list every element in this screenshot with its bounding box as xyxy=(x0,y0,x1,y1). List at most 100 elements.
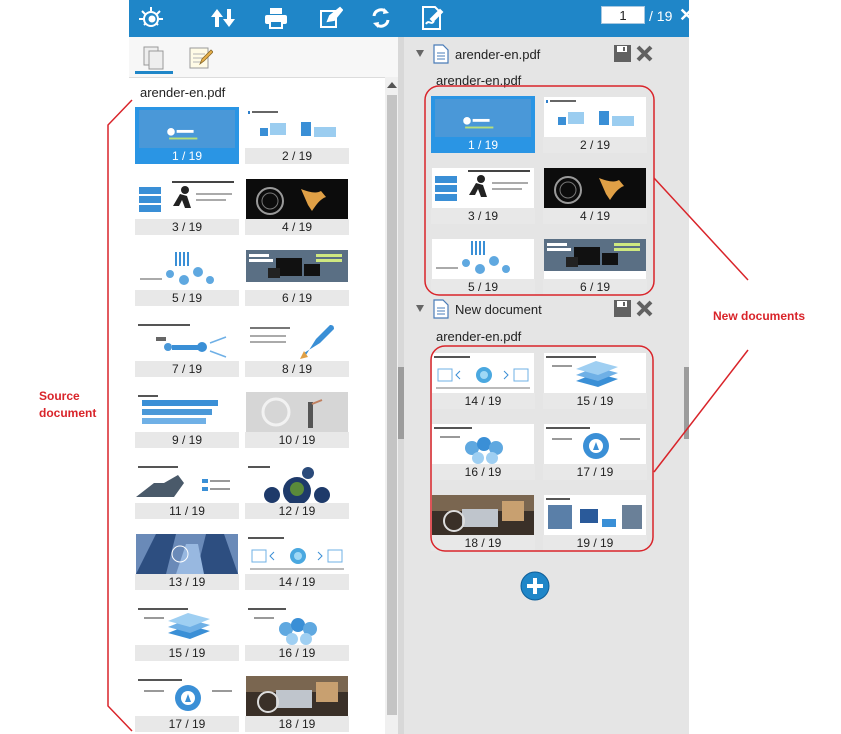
page-thumbnail[interactable]: 19 / 19 xyxy=(543,494,647,551)
thumbnail-label: 16 / 19 xyxy=(431,464,535,480)
delete-icon[interactable] xyxy=(635,44,654,63)
page-thumbnail[interactable]: 10 / 19 xyxy=(245,391,349,448)
thumbnail-image xyxy=(432,495,534,535)
sign-document-icon[interactable] xyxy=(416,3,448,33)
page-thumbnail[interactable]: 2 / 19 xyxy=(245,107,349,164)
source-document-annotation: Source document xyxy=(39,389,97,420)
page-thumbnail[interactable]: 4 / 19 xyxy=(543,167,647,224)
page-thumbnail[interactable]: 11 / 19 xyxy=(135,462,239,519)
thumbnail-label: 8 / 19 xyxy=(245,361,349,377)
save-icon[interactable] xyxy=(613,299,632,318)
add-document-icon[interactable] xyxy=(520,571,550,601)
page-thumbnail[interactable]: 7 / 19 xyxy=(135,320,239,377)
thumbnail-image xyxy=(136,534,238,574)
thumbnail-label: 4 / 19 xyxy=(245,219,349,235)
delete-icon[interactable] xyxy=(635,299,654,318)
page-thumbnail[interactable]: 14 / 19 xyxy=(245,533,349,590)
page-thumbnail[interactable]: 6 / 19 xyxy=(245,249,349,306)
thumbnail-image xyxy=(432,353,534,393)
page-thumbnail[interactable]: 2 / 19 xyxy=(543,96,647,153)
thumbnail-label: 17 / 19 xyxy=(135,716,239,732)
page-thumbnail[interactable]: 8 / 19 xyxy=(245,320,349,377)
panel-tabs xyxy=(129,37,399,77)
page-thumbnail[interactable]: 16 / 19 xyxy=(245,604,349,661)
page-thumbnail[interactable]: 5 / 19 xyxy=(431,238,535,295)
new-documents-annotation: New documents xyxy=(713,309,806,323)
thumbnail-label: 2 / 19 xyxy=(543,137,647,153)
thumbnail-label: 13 / 19 xyxy=(135,574,239,590)
pages-tab-icon[interactable] xyxy=(135,41,173,75)
thumbnail-label: 17 / 19 xyxy=(543,464,647,480)
page-thumbnail[interactable]: 13 / 19 xyxy=(135,533,239,590)
thumbnail-label: 4 / 19 xyxy=(543,208,647,224)
print-icon[interactable] xyxy=(260,3,292,33)
page-thumbnail[interactable]: 6 / 19 xyxy=(543,238,647,295)
page-thumbnail[interactable]: 18 / 19 xyxy=(431,494,535,551)
sort-updown-icon[interactable] xyxy=(207,3,239,33)
page-thumbnail[interactable]: 14 / 19 xyxy=(431,352,535,409)
thumbnail-label: 5 / 19 xyxy=(431,279,535,295)
top-toolbar: / 19 ✕ xyxy=(129,0,694,37)
thumbnail-image xyxy=(136,605,238,645)
thumbnail-image xyxy=(136,179,238,219)
scrollbar-thumb[interactable] xyxy=(684,367,689,439)
document-name[interactable]: arender-en.pdf xyxy=(455,47,540,62)
logo-sun-icon[interactable] xyxy=(135,3,167,33)
notes-tab-icon[interactable] xyxy=(181,41,219,75)
page-thumbnail[interactable]: 1 / 19 xyxy=(431,96,535,153)
scroll-up-icon[interactable] xyxy=(387,82,397,88)
source-page-list: arender-en.pdf 1 / 19 2 / 19 3 / 19 4 / 19 5… xyxy=(129,77,385,734)
scrollbar-thumb[interactable] xyxy=(387,95,397,715)
page-thumbnail[interactable]: 16 / 19 xyxy=(431,423,535,480)
document-source-label: arender-en.pdf xyxy=(436,73,522,88)
thumbnail-label: 3 / 19 xyxy=(135,219,239,235)
thumbnail-label: 3 / 19 xyxy=(431,208,535,224)
page-thumbnail[interactable]: 15 / 19 xyxy=(543,352,647,409)
page-thumbnail[interactable]: 9 / 19 xyxy=(135,391,239,448)
source-panel: arender-en.pdf 1 / 19 2 / 19 3 / 19 4 / 19 5… xyxy=(129,37,399,734)
thumbnail-label: 19 / 19 xyxy=(543,535,647,551)
document-icon xyxy=(433,44,449,64)
collapse-caret-icon[interactable] xyxy=(416,305,424,312)
thumbnail-image xyxy=(544,97,646,137)
thumbnail-image xyxy=(136,321,238,361)
page-thumbnail[interactable]: 12 / 19 xyxy=(245,462,349,519)
thumbnail-image xyxy=(246,676,348,716)
thumbnail-label: 1 / 19 xyxy=(135,148,239,164)
thumbnail-label: 14 / 19 xyxy=(431,393,535,409)
save-icon[interactable] xyxy=(613,44,632,63)
collapse-caret-icon[interactable] xyxy=(416,50,424,57)
thumbnail-image xyxy=(432,424,534,464)
document-name[interactable]: New document xyxy=(455,302,542,317)
thumbnail-label: 11 / 19 xyxy=(135,503,239,519)
page-thumbnail[interactable]: 3 / 19 xyxy=(431,167,535,224)
page-thumbnail[interactable]: 3 / 19 xyxy=(135,178,239,235)
thumbnail-image xyxy=(544,424,646,464)
rotate-icon[interactable] xyxy=(365,3,397,33)
page-thumbnail[interactable]: 4 / 19 xyxy=(245,178,349,235)
document-icon xyxy=(433,299,449,319)
page-number-input[interactable] xyxy=(601,6,645,24)
thumbnail-image xyxy=(246,605,348,645)
thumbnail-label: 12 / 19 xyxy=(245,503,349,519)
thumbnail-image xyxy=(544,239,646,279)
page-thumbnail[interactable]: 15 / 19 xyxy=(135,604,239,661)
document-source-label: arender-en.pdf xyxy=(436,329,522,344)
page-thumbnail[interactable]: 18 / 19 xyxy=(245,675,349,732)
thumbnail-image xyxy=(246,250,348,290)
close-icon[interactable]: ✕ xyxy=(679,6,694,24)
annotate-pencil-icon[interactable] xyxy=(315,3,347,33)
page-thumbnail[interactable]: 17 / 19 xyxy=(135,675,239,732)
thumbnail-label: 5 / 19 xyxy=(135,290,239,306)
scrollbar[interactable] xyxy=(385,77,399,734)
document-header: arender-en.pdf xyxy=(414,44,679,66)
thumbnail-image xyxy=(435,99,531,137)
page-thumbnail[interactable]: 17 / 19 xyxy=(543,423,647,480)
page-thumbnail[interactable]: 1 / 19 xyxy=(135,107,239,164)
source-document-title: arender-en.pdf xyxy=(140,85,226,100)
thumbnail-image xyxy=(246,392,348,432)
thumbnail-image xyxy=(136,250,238,290)
page-thumbnail[interactable]: 5 / 19 xyxy=(135,249,239,306)
thumbnail-image xyxy=(246,108,348,148)
thumbnail-image xyxy=(136,676,238,716)
